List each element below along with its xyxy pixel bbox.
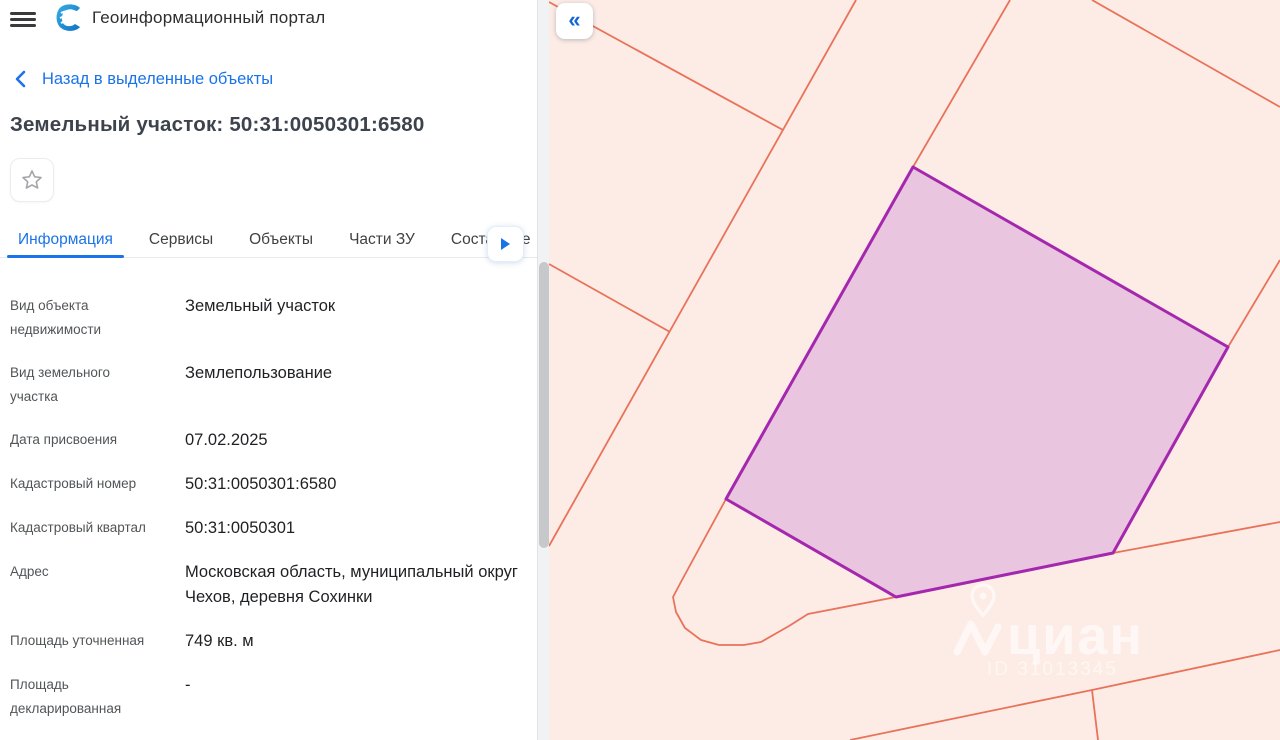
star-icon [20,168,44,192]
field-row: Дата присвоения07.02.2025 [10,428,522,453]
tab-объекты[interactable]: Объекты [238,222,324,257]
field-value: - [185,673,522,721]
field-row: Площадь уточненная749 кв. м [10,629,522,654]
field-row: Кадастровый квартал50:31:0050301 [10,516,522,541]
field-value: 50:31:0050301 [185,516,522,541]
watermark-id: ID 31013345 [987,659,1118,680]
field-value: Московская область, муниципальный округ … [185,560,522,610]
cadastral-boundary-line [913,0,1010,167]
map-canvas[interactable]: циан ID 31013345 [549,0,1280,740]
pin-dot [980,593,987,600]
field-row: Кадастровый номер50:31:0050301:6580 [10,472,522,497]
cadastral-boundary-line [549,264,670,332]
field-label: Вид объекта недвижимости [10,294,185,342]
back-link-label: Назад в выделенные объекты [42,70,273,89]
info-panel: Геоинформационный портал Назад в выделен… [0,0,549,740]
info-panel-content: Геоинформационный портал Назад в выделен… [0,0,537,740]
panel-scrollbar[interactable] [537,0,549,740]
field-label: Кадастровый квартал [10,516,185,541]
hamburger-menu-button[interactable] [10,9,36,29]
map-watermark: циан ID 31013345 [957,585,1144,680]
tab-scroll-right-button[interactable] [487,226,524,262]
watermark-brand: циан [1007,606,1144,666]
field-label: Кадастровый номер [10,472,185,497]
field-label: Площадь декларированная [10,673,185,721]
page-title: Земельный участок: 50:31:0050301:6580 [10,113,424,137]
app-title: Геоинформационный портал [92,8,325,28]
collapse-panel-button[interactable]: « [556,3,593,39]
triangle-right-icon [501,238,510,250]
cadastral-boundary-line [1092,0,1280,107]
panel-scrollbar-thumb[interactable] [539,262,549,548]
tab-сервисы[interactable]: Сервисы [138,222,224,257]
cadastral-boundary-line [1092,690,1098,740]
field-label: Адрес [10,560,185,610]
field-value: 07.02.2025 [185,428,522,453]
tabs-bar: ИнформацияСервисыОбъектыЧасти ЗУСоставны… [0,222,537,258]
back-button[interactable]: Назад в выделенные объекты [12,69,273,89]
field-label: Площадь уточненная [10,629,185,654]
field-row: Площадь декларированная- [10,673,522,721]
favorite-star-button[interactable] [10,158,54,202]
tab-части зу[interactable]: Части ЗУ [338,222,426,257]
field-value: 50:31:0050301:6580 [185,472,522,497]
field-value: Земельный участок [185,294,522,342]
brand-mark-icon [957,624,998,652]
hamburger-bar [10,24,36,27]
field-row: Вид земельного участкаЗемлепользование [10,361,522,409]
chevron-left-icon [12,69,30,89]
field-value: 749 кв. м [185,629,522,654]
field-label: Дата присвоения [10,428,185,453]
hamburger-bar [10,12,36,15]
field-row: АдресМосковская область, муниципальный о… [10,560,522,610]
cadastral-boundary-line [1228,260,1280,347]
parcel-polygon[interactable] [726,167,1228,597]
portal-logo-icon [55,4,83,36]
hamburger-bar [10,18,36,21]
map-area[interactable]: циан ID 31013345 « [549,0,1280,740]
field-row: Вид объекта недвижимостиЗемельный участо… [10,294,522,342]
field-value: Землепользование [185,361,522,409]
field-label: Вид земельного участка [10,361,185,409]
tab-информация[interactable]: Информация [7,222,124,257]
fields-list: Вид объекта недвижимостиЗемельный участо… [10,294,522,740]
pin-icon [972,585,994,615]
